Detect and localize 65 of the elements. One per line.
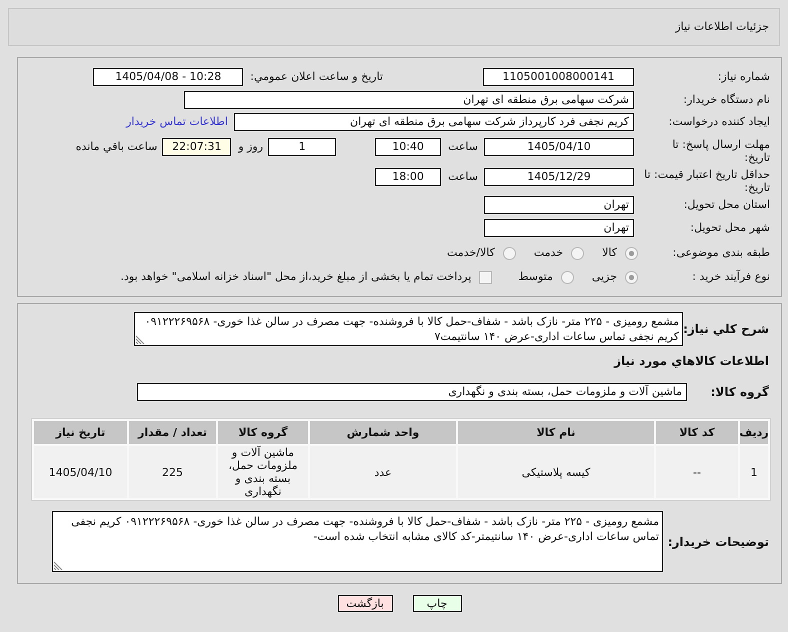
time-left-field[interactable]: 22:07:31 (162, 138, 232, 156)
need-number-label: شماره نیاز: (716, 70, 770, 84)
reply-date-field[interactable]: 1405/04/10 (484, 138, 634, 156)
goods-group-label: گروه کالا: (710, 385, 769, 399)
table-cell: 1 (740, 446, 768, 498)
requester-field[interactable]: کریم نجفی فرد کارپرداز شرکت سهامی برق منطقه ای تهران (234, 113, 634, 131)
table-cell: ماشین آلات و ملزومات حمل، بسته بندی و نگهداری (218, 446, 308, 498)
city-field[interactable]: تهران (484, 219, 634, 237)
reply-time-field[interactable]: 10:40 (375, 138, 442, 156)
province-label: استان محل تحویل: (682, 198, 770, 212)
radio-label: خدمت (534, 246, 564, 260)
goods-group-field[interactable]: ماشین آلات و ملزومات حمل، بسته بندی و نگهداری (137, 383, 687, 401)
table-header-cell: تاریخ نیاز (34, 421, 127, 444)
back-button[interactable]: بازگشت (338, 595, 392, 612)
announcement-field[interactable]: 1405/04/08 - 10:28 (93, 68, 244, 86)
table-cell: -- (656, 446, 738, 498)
resize-grip-icon[interactable] (136, 335, 145, 344)
table-header-cell: گروه کالا (218, 421, 308, 444)
radio-button[interactable] (502, 246, 516, 260)
table-cell: عدد (310, 446, 456, 498)
radio-button[interactable] (625, 246, 638, 260)
buyer-org-label: نام دستگاه خریدار: (682, 93, 770, 107)
days-left-field[interactable]: 1 (268, 138, 336, 156)
table-header-cell: تعداد / مقدار (129, 421, 216, 444)
table-cell: کیسه پلاستیکی (458, 446, 654, 498)
radio-label: کالا/خدمت (447, 246, 495, 260)
price-validity-label: حداقل تاریخ اعتبار قیمت: تا تاریخ: (644, 168, 770, 194)
validity-time-field[interactable]: 18:00 (375, 168, 442, 186)
days-label: روز و (238, 139, 264, 155)
buyer-org-field[interactable]: شرکت سهامی برق منطقه ای تهران (184, 91, 634, 109)
announcement-label: تاریخ و ساعت اعلان عمومي: (250, 70, 383, 84)
purchase-process-label: نوع فرآیند خرید : (691, 270, 770, 284)
province-field[interactable]: تهران (484, 196, 634, 214)
category-label: طبقه بندی موضوعی: (672, 246, 770, 260)
page-title: جزئیات اطلاعات نیاز (675, 20, 769, 34)
table-cell: 1405/04/10 (34, 446, 127, 498)
radio-button[interactable] (560, 270, 574, 284)
treasury-payment-label: پرداخت تمام یا بخشی از مبلغ خرید،از محل "اسناد خزانه اسلامی" خواهد بود. (120, 270, 472, 284)
time-label: ساعت (448, 139, 478, 155)
need-number-field[interactable]: 1105001008000141 (483, 68, 634, 86)
validity-date-field[interactable]: 1405/12/29 (484, 168, 634, 186)
requester-label: ایجاد کننده درخواست: (668, 115, 770, 129)
table-header-cell: کد کالا (656, 421, 738, 444)
table-header-cell: نام کالا (458, 421, 654, 444)
checkbox[interactable] (479, 270, 492, 284)
radio-button[interactable] (625, 270, 638, 284)
radio-button[interactable] (571, 246, 584, 260)
city-label: شهر محل تحویل: (689, 221, 770, 235)
description-field[interactable]: مشمع رومیزی - ۲۲۵ متر- نازک باشد - شفاف-حمل کالا با فروشنده- جهت مصرف در سالن غذا خوری- ۰۹۱۲۲۲۶۹۵۶۸ کریم نجفی تماس ساعات اداری-عرض ۱۴۰ سانتیمت۷ (134, 312, 683, 346)
table-header-cell: ردیف (740, 421, 768, 444)
table-cell: 225 (129, 446, 216, 498)
resize-grip-icon[interactable] (54, 561, 63, 570)
description-label: شرح کلي نیاز: (683, 322, 769, 336)
radio-label: کالا (602, 246, 617, 260)
radio-label: جزیی (592, 270, 617, 284)
print-button[interactable]: چاپ (412, 595, 462, 612)
goods-section-heading: اطلاعات کالاهاي مورد نیاز (614, 354, 769, 368)
time-label: ساعت (448, 169, 478, 185)
radio-label: متوسط (518, 270, 553, 284)
buyer-notes-field[interactable]: مشمع رومیزی - ۲۲۵ متر- نازک باشد - شفاف-حمل کالا با فروشنده- جهت مصرف در سالن غذا خوری- ۰۹۱۲۲۲۶۹۵۶۸ کریم نجفی تماس ساعات اداری-عرض ۱۴۰ سانتیمتر-کد کالای مشابه انتخاب شده است- (52, 511, 663, 572)
buyer-notes-label: توضیحات خریدار: (666, 534, 769, 548)
time-left-label: ساعت باقي مانده (76, 139, 158, 155)
table-header-cell: واحد شمارش (310, 421, 456, 444)
buyer-contact-link[interactable]: اطلاعات تماس خریدار (126, 115, 228, 129)
reply-deadline-label: مهلت ارسال پاسخ: تا تاریخ: (671, 138, 770, 164)
